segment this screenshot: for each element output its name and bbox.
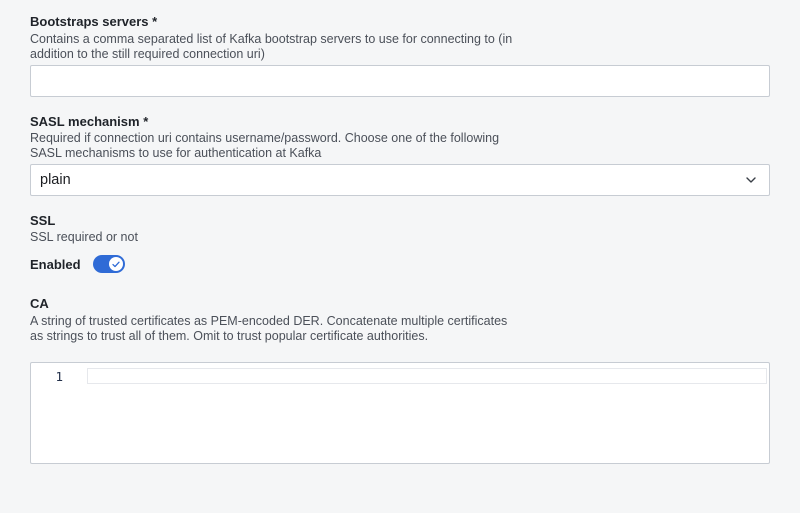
- ca-code-editor[interactable]: 1: [30, 362, 770, 464]
- ssl-toggle-label: Enabled: [30, 256, 81, 272]
- toggle-knob: [108, 257, 123, 271]
- bootstrap-servers-description: Contains a comma separated list of Kafka…: [30, 32, 513, 61]
- ssl-description: SSL required or not: [30, 230, 138, 244]
- sasl-mechanism-description: Required if connection uri contains user…: [30, 131, 500, 160]
- sasl-mechanism-selected-value: plain: [40, 172, 71, 188]
- ca-description: A string of trusted certificates as PEM-…: [30, 314, 508, 343]
- sasl-mechanism-select[interactable]: plain: [30, 164, 770, 196]
- editor-gutter: 1: [31, 363, 81, 463]
- line-number: 1: [55, 369, 63, 384]
- bootstrap-servers-label: Bootstraps servers *: [30, 14, 158, 29]
- ssl-toggle[interactable]: [92, 255, 125, 273]
- sasl-mechanism-label: SASL mechanism *: [30, 114, 149, 129]
- chevron-down-icon: [745, 174, 757, 186]
- bootstrap-servers-input[interactable]: [30, 65, 770, 97]
- ssl-toggle-row: Enabled: [30, 255, 125, 273]
- editor-active-line[interactable]: [87, 368, 767, 384]
- check-icon: [111, 261, 120, 267]
- ca-label: CA: [30, 296, 49, 311]
- ssl-label: SSL: [30, 213, 56, 228]
